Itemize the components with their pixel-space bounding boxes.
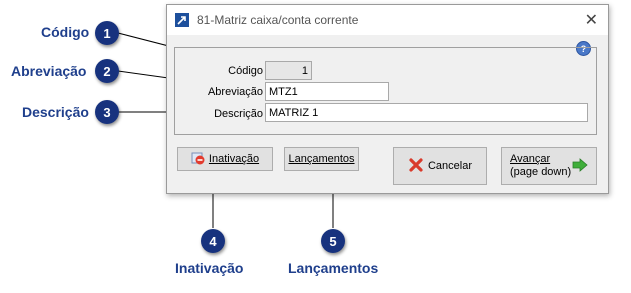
no-entry-icon xyxy=(191,151,205,168)
codigo-field: 1 xyxy=(265,61,312,80)
abreviacao-label: Abreviação xyxy=(207,86,263,98)
lancamentos-button[interactable]: Lançamentos xyxy=(284,147,359,171)
callout-label-codigo: Código xyxy=(41,24,90,40)
descricao-label: Descrição xyxy=(214,108,263,120)
avancar-button[interactable]: Avançar (page down) xyxy=(501,147,597,185)
codigo-label: Código xyxy=(228,65,263,77)
avancar-label-line1: Avançar xyxy=(510,153,551,165)
title-bar[interactable]: 81-Matriz caixa/conta corrente ✕ xyxy=(167,5,608,35)
close-icon[interactable]: ✕ xyxy=(585,10,598,30)
inativacao-button[interactable]: Inativação xyxy=(177,147,273,171)
callout-label-lancamentos: Lançamentos xyxy=(288,260,379,276)
callout-number-2: 2 xyxy=(95,59,119,83)
lancamentos-button-label: Lançamentos xyxy=(288,153,355,165)
abreviacao-input[interactable]: MTZ1 xyxy=(265,82,389,101)
cancel-button-label: Cancelar xyxy=(427,160,473,172)
callout-label-abreviacao: Abreviação xyxy=(11,63,87,79)
callout-number-1: 1 xyxy=(95,21,119,45)
green-arrow-icon xyxy=(572,157,588,175)
callout-number-3: 3 xyxy=(95,100,119,124)
dialog-window: 81-Matriz caixa/conta corrente ✕ ? Códig… xyxy=(166,4,609,194)
descricao-input[interactable]: MATRIZ 1 xyxy=(265,103,588,122)
app-icon xyxy=(175,13,189,27)
callout-number-5: 5 xyxy=(321,229,345,253)
inativacao-button-label: Inativação xyxy=(208,153,260,165)
red-x-icon xyxy=(408,157,424,176)
cancel-button[interactable]: Cancelar xyxy=(393,147,487,185)
callout-number-4: 4 xyxy=(201,229,225,253)
window-title: 81-Matriz caixa/conta corrente xyxy=(197,13,359,27)
avancar-label-line2: (page down) xyxy=(510,166,572,178)
callout-label-descricao: Descrição xyxy=(22,104,89,120)
avancar-button-label: Avançar (page down) xyxy=(510,153,571,179)
callout-label-inativacao: Inativação xyxy=(175,260,244,276)
